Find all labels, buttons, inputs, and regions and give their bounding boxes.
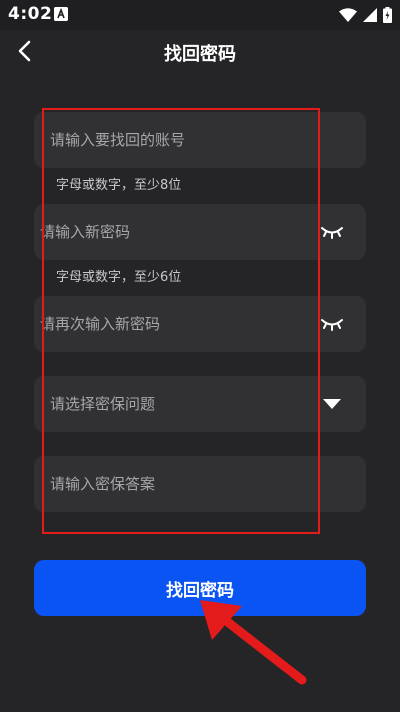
find-password-submit-button[interactable]: 找回密码 (34, 560, 366, 616)
triangle-down-icon[interactable] (320, 392, 344, 416)
confirm-password-input[interactable] (40, 296, 290, 352)
status-time: 4:02 (8, 4, 53, 24)
chevron-left-icon (17, 40, 33, 66)
security-answer-field[interactable] (34, 456, 366, 512)
account-input[interactable] (50, 112, 300, 168)
back-button[interactable] (10, 38, 40, 68)
find-password-screen: 4:02 找回密码 请输入要找回的账号 字母或数字，至少8位 字母或数字，至少6… (0, 0, 400, 712)
new-password-hint: 字母或数字，至少6位 (56, 270, 182, 285)
account-hint: 字母或数字，至少8位 (56, 178, 182, 193)
cellular-signal-icon (363, 8, 377, 22)
battery-charging-icon (383, 7, 392, 23)
wifi-icon (339, 8, 357, 22)
confirm-password-field[interactable] (34, 296, 366, 352)
new-password-field[interactable] (34, 204, 366, 260)
status-bar: 4:02 (0, 0, 400, 30)
security-answer-input[interactable] (50, 456, 300, 512)
text-a-badge-icon (54, 7, 68, 21)
eye-closed-icon[interactable] (320, 220, 344, 244)
new-password-input[interactable] (40, 204, 290, 260)
security-question-input[interactable] (50, 376, 300, 432)
eye-closed-icon[interactable] (320, 312, 344, 336)
security-question-select[interactable] (34, 376, 366, 432)
account-field[interactable] (34, 112, 366, 168)
status-icons (339, 6, 392, 24)
page-title: 找回密码 (164, 44, 236, 65)
